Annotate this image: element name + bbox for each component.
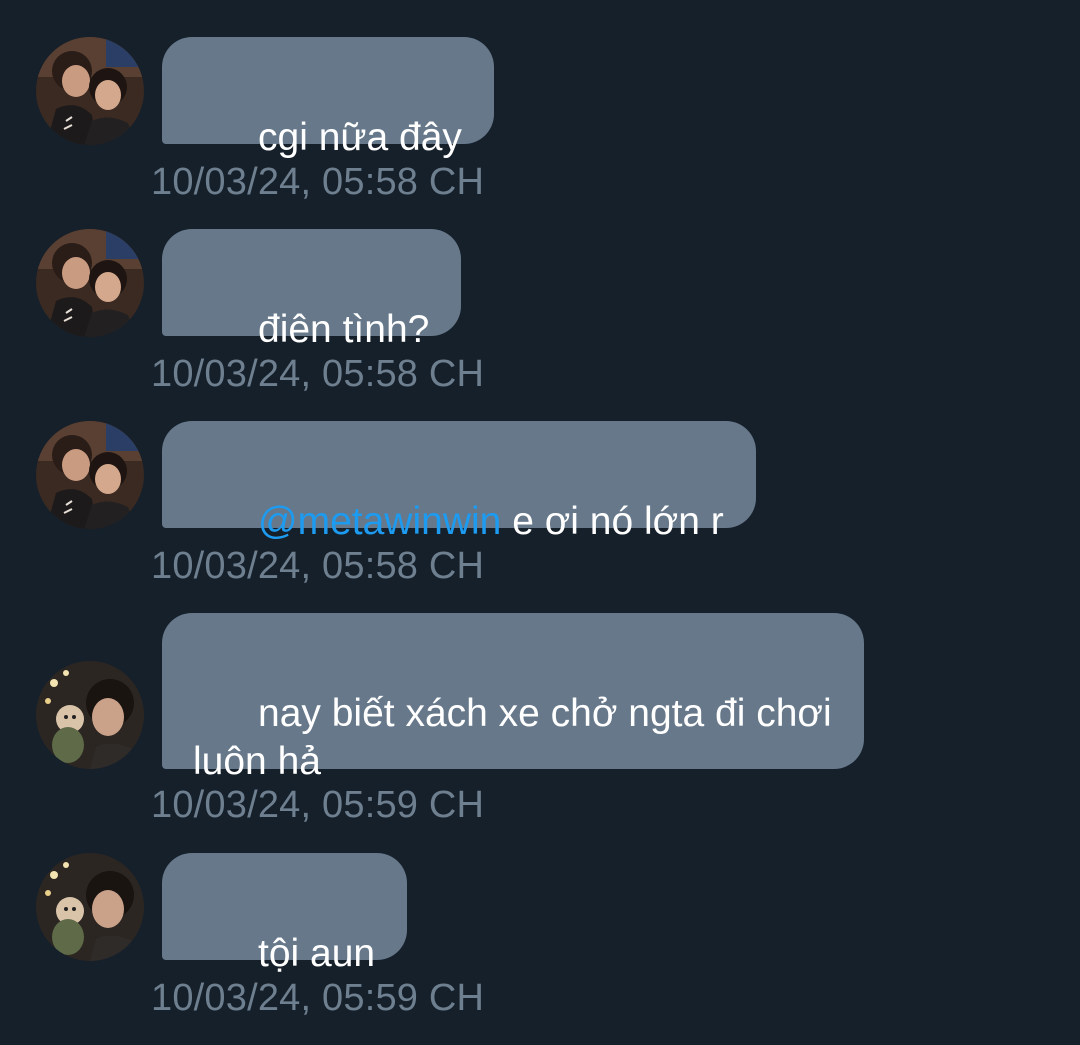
message-text: nay biết xách xe chở ngta đi chơi luôn h…	[193, 692, 832, 783]
avatar-photo-couple-icon[interactable]	[36, 37, 144, 145]
message-bubble[interactable]: @metawinwin e ơi nó lớn r	[162, 421, 756, 543]
message-text: tội aun	[258, 932, 376, 975]
message-timestamp: 10/03/24, 05:58 CH	[151, 161, 485, 203]
message-item: điên tình? 10/03/24, 05:58 CH	[0, 229, 1080, 394]
message-bubble[interactable]: tội aun	[162, 853, 408, 975]
message-timestamp: 10/03/24, 05:59 CH	[151, 784, 485, 826]
message-item: cgi nữa đây 10/03/24, 05:58 CH	[0, 37, 1080, 202]
mention-link[interactable]: @metawinwin	[258, 500, 501, 543]
message-bubble[interactable]: cgi nữa đây	[162, 37, 494, 159]
avatar-photo-doll-icon[interactable]	[36, 853, 144, 961]
message-timestamp: 10/03/24, 05:59 CH	[151, 977, 485, 1019]
message-bubble[interactable]: nay biết xách xe chở ngta đi chơi luôn h…	[162, 613, 864, 783]
message-text: điên tình?	[258, 308, 430, 351]
message-bubble[interactable]: điên tình?	[162, 229, 462, 351]
message-thread: cgi nữa đây 10/03/24, 05:58 CH điên tình…	[0, 0, 1080, 1045]
avatar-photo-doll-icon[interactable]	[36, 661, 144, 769]
message-item: nay biết xách xe chở ngta đi chơi luôn h…	[0, 613, 1080, 833]
message-item: tội aun 10/03/24, 05:59 CH	[0, 853, 1080, 1018]
message-timestamp: 10/03/24, 05:58 CH	[151, 353, 485, 395]
message-text: cgi nữa đây	[258, 116, 462, 159]
message-item: @metawinwin e ơi nó lớn r 10/03/24, 05:5…	[0, 421, 1080, 586]
message-timestamp: 10/03/24, 05:58 CH	[151, 545, 485, 587]
message-text: e ơi nó lớn r	[501, 500, 724, 543]
avatar-photo-couple-icon[interactable]	[36, 229, 144, 337]
avatar-photo-couple-icon[interactable]	[36, 421, 144, 529]
